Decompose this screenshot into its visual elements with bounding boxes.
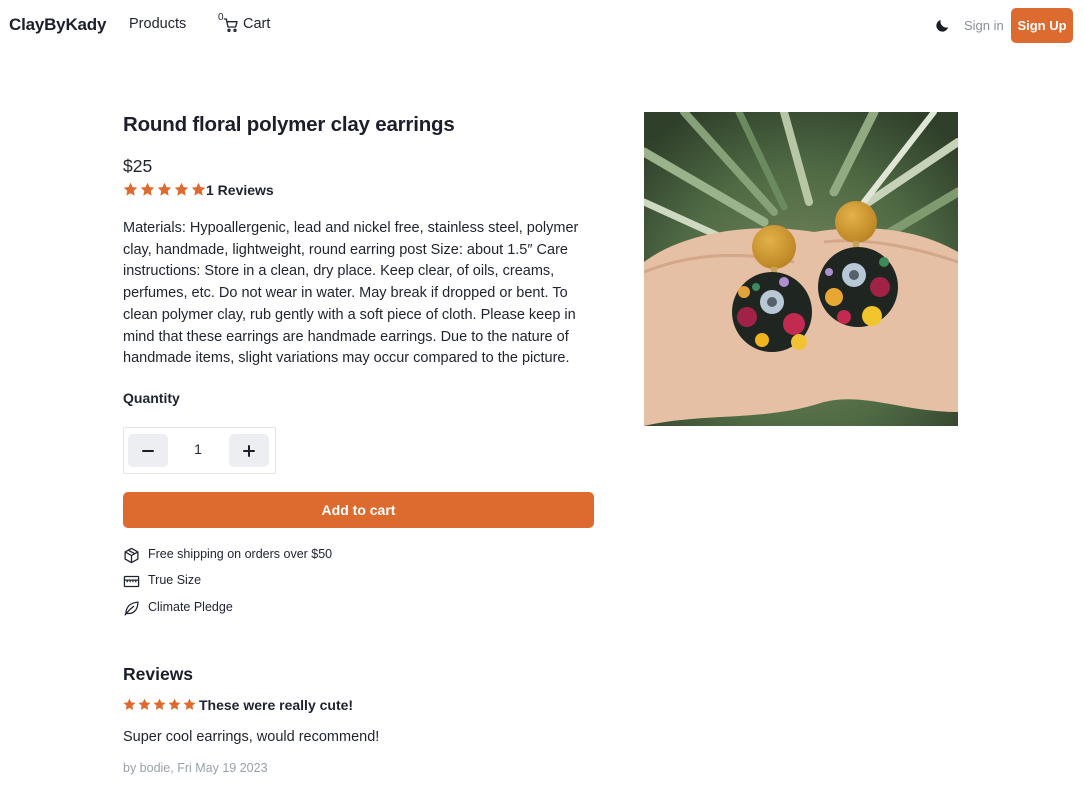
moon-icon[interactable] <box>934 17 951 34</box>
feature-label: Free shipping on orders over $50 <box>148 547 333 561</box>
star-icon <box>183 698 196 710</box>
star-icon <box>123 182 138 196</box>
product-description: Materials: Hypoallergenic, lead and nick… <box>123 220 579 367</box>
feature-label: True Size <box>148 573 202 587</box>
star-icon <box>191 182 206 196</box>
brand-logo[interactable]: ClayByKady <box>9 15 106 35</box>
feature-label: Climate Pledge <box>148 600 233 614</box>
reviews-count[interactable]: 1 Reviews <box>206 182 274 198</box>
quantity-input[interactable] <box>180 441 216 457</box>
sign-up-button[interactable]: Sign Up <box>1011 8 1073 43</box>
star-icon <box>123 698 136 710</box>
quantity-label: Quantity <box>123 390 180 406</box>
star-icon <box>157 182 172 196</box>
ruler-icon <box>123 575 140 588</box>
product-price: $25 <box>123 156 153 176</box>
review-title: These were really cute! <box>199 697 354 713</box>
cart-label: Cart <box>243 16 271 32</box>
nav-products-link[interactable]: Products <box>129 16 186 32</box>
box-icon <box>124 547 139 564</box>
star-icon <box>153 698 166 710</box>
top-nav: ClayByKady Products 0 Cart Sign in Sign … <box>0 0 1083 50</box>
product-rating-stars <box>122 181 207 198</box>
reviews-heading: Reviews <box>123 664 194 684</box>
star-icon <box>140 182 155 196</box>
decrease-quantity-button[interactable] <box>128 434 168 467</box>
plus-icon <box>243 444 255 457</box>
leaf-icon <box>124 601 139 616</box>
sign-in-link[interactable]: Sign in <box>964 18 1004 33</box>
star-icon <box>138 698 151 710</box>
add-to-cart-button[interactable]: Add to cart <box>123 492 594 528</box>
review-meta: by bodie, Fri May 19 2023 <box>123 761 268 775</box>
increase-quantity-button[interactable] <box>229 434 269 467</box>
star-icon <box>174 182 189 196</box>
cart-icon <box>223 18 238 32</box>
product-title: Round floral polymer clay earrings <box>123 113 455 136</box>
product-photo[interactable] <box>644 112 958 426</box>
review-rating-stars <box>122 697 197 712</box>
review-body: Super cool earrings, would recommend! <box>123 729 380 745</box>
quantity-stepper <box>123 427 276 474</box>
star-icon <box>168 698 181 710</box>
minus-icon <box>142 449 154 452</box>
